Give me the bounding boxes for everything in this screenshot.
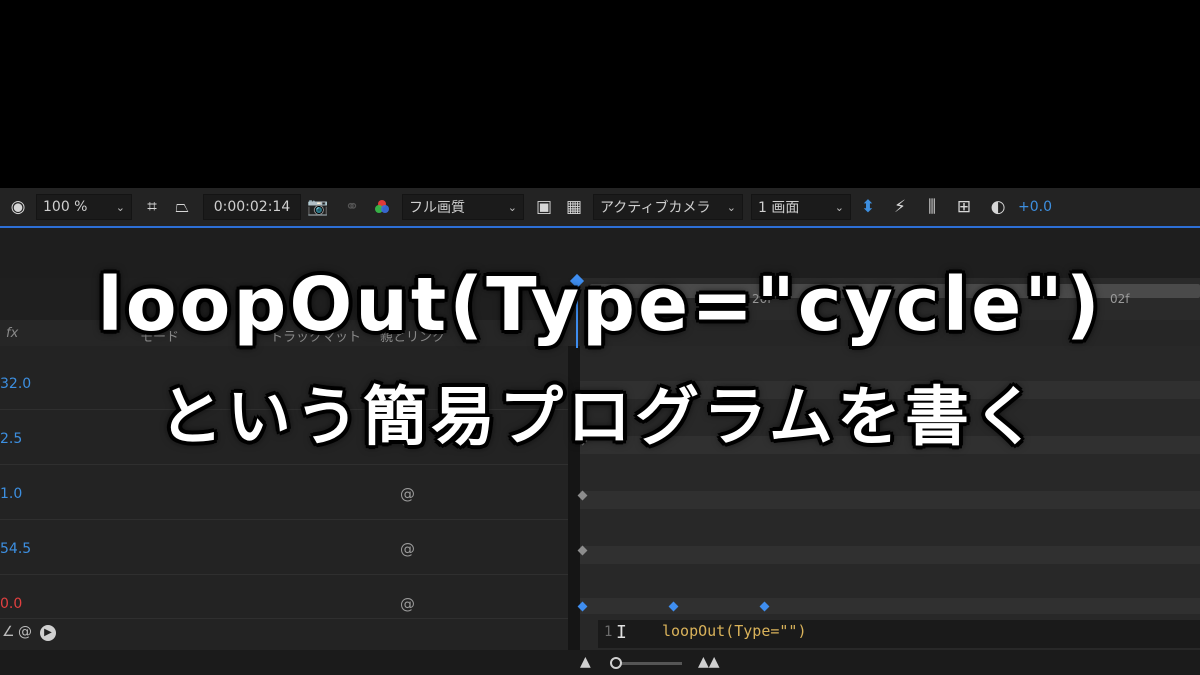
camera-dropdown[interactable]: アクティブカメラ ⌄ — [593, 194, 743, 220]
row-divider — [0, 464, 568, 465]
exposure-value[interactable]: +0.0 — [1018, 194, 1052, 220]
toggle-mask-icon[interactable]: ▣ — [532, 194, 556, 220]
fast-preview-icon[interactable]: ⚡ — [888, 194, 912, 220]
expression-line-number: 1 — [604, 624, 613, 640]
color-channels-icon[interactable] — [370, 194, 394, 220]
viewer-toolbar: ◉ 100 % ⌄ ⌗ ⏢ 0:00:02:14 📷 ⚭ フル画質 ⌄ ▣ ▦ … — [0, 188, 1200, 226]
snapshot-icon[interactable]: 📷 — [306, 194, 330, 220]
pick-whip-icon[interactable]: @ — [18, 624, 32, 640]
text-cursor-icon: I — [616, 622, 627, 643]
show-snapshot-icon[interactable]: ⚭ — [340, 194, 364, 220]
exposure-icon[interactable]: ◐ — [986, 194, 1010, 220]
chevron-down-icon: ⌄ — [726, 200, 736, 214]
row-divider — [0, 519, 568, 520]
pick-whip-icon[interactable]: @ — [400, 485, 415, 503]
expression-code[interactable]: loopOut(Type="") — [662, 622, 807, 640]
flowchart-icon[interactable]: ⊞ — [952, 194, 976, 220]
zoom-out-icon[interactable]: ▲ — [580, 654, 591, 670]
chevron-down-icon: ⌄ — [115, 200, 125, 214]
expression-language-menu-icon[interactable]: ▶ — [40, 625, 56, 641]
reset-exposure-icon[interactable]: ⬍ — [856, 194, 880, 220]
keyframe-track — [580, 546, 1200, 564]
property-value[interactable]: 1.0 — [0, 486, 22, 502]
resolution-dropdown[interactable]: フル画質 ⌄ — [402, 194, 524, 220]
keyframe-track — [580, 491, 1200, 509]
checkerboard-icon[interactable]: ▦ — [562, 194, 586, 220]
zoom-in-icon[interactable]: ▲▲ — [698, 654, 720, 670]
transparency-grid-icon[interactable]: ⏢ — [170, 194, 194, 220]
resolution-value: フル画質 — [409, 200, 465, 216]
timecode-value: 0:00:02:14 — [213, 199, 291, 215]
zoom-slider-track[interactable] — [620, 662, 682, 665]
camera-value: アクティブカメラ — [600, 200, 711, 216]
property-value[interactable]: 54.5 — [0, 541, 31, 557]
timeline-icon[interactable]: ⫼ — [920, 194, 944, 220]
pick-whip-icon[interactable]: @ — [400, 595, 415, 613]
overlay-title-line1: loopOut(Type="cycle") — [97, 262, 1103, 348]
property-value[interactable]: 0.0 — [0, 596, 22, 612]
graph-icon[interactable]: ∠ — [2, 624, 15, 640]
region-of-interest-icon[interactable]: ⌗ — [140, 194, 164, 220]
timecode-field[interactable]: 0:00:02:14 — [203, 194, 301, 220]
zoom-slider-handle[interactable] — [610, 657, 622, 669]
row-divider — [0, 574, 568, 575]
pick-whip-icon[interactable]: @ — [400, 540, 415, 558]
row-divider — [0, 618, 568, 619]
timeline-footer — [0, 650, 1200, 675]
chevron-down-icon: ⌄ — [507, 200, 517, 214]
overlay-title-line2: という簡易プログラムを書く — [158, 381, 1042, 455]
zoom-value: 100 % — [43, 199, 88, 215]
chevron-down-icon: ⌄ — [834, 200, 844, 214]
mask-icon[interactable]: ◉ — [6, 194, 30, 220]
zoom-dropdown[interactable]: 100 % ⌄ — [36, 194, 132, 220]
views-value: 1 画面 — [758, 200, 800, 216]
views-dropdown[interactable]: 1 画面 ⌄ — [751, 194, 851, 220]
